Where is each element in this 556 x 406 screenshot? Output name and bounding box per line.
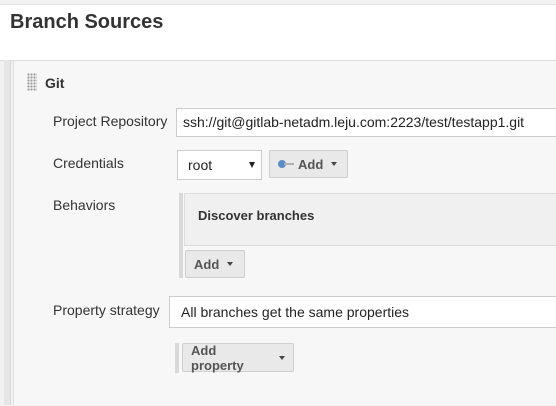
add-credentials-button[interactable]: Add xyxy=(269,150,348,178)
git-source-title: Git xyxy=(45,75,65,91)
add-behavior-button[interactable]: Add xyxy=(185,250,245,278)
key-icon xyxy=(278,160,294,168)
behaviors-label: Behaviors xyxy=(53,197,116,213)
caret-down-icon xyxy=(227,262,234,266)
panel-left-bar xyxy=(4,60,11,405)
property-strategy-label: Property strategy xyxy=(53,302,160,318)
caret-down-icon xyxy=(331,162,338,166)
behavior-item-title: Discover branches xyxy=(198,208,315,223)
section-title: Branch Sources xyxy=(10,11,164,33)
project-repository-input[interactable]: ssh://git@gitlab-netadm.leju.com:2223/te… xyxy=(176,108,556,137)
property-strategy-select[interactable]: All branches get the same properties xyxy=(169,296,556,328)
add-property-button[interactable]: Add property xyxy=(182,342,294,373)
credentials-selected-value: root xyxy=(188,157,213,173)
credentials-select[interactable]: root xyxy=(177,150,262,180)
page-top-border xyxy=(0,0,556,5)
project-repository-label: Project Repository xyxy=(53,113,168,129)
drag-handle-icon[interactable] xyxy=(27,73,37,91)
add-credentials-label: Add xyxy=(298,156,324,172)
caret-down-icon xyxy=(279,355,285,360)
property-container-bar xyxy=(175,343,179,373)
add-property-label: Add property xyxy=(191,342,244,373)
dropdown-arrow-icon xyxy=(249,162,255,168)
add-behavior-label: Add xyxy=(194,256,220,272)
credentials-label: Credentials xyxy=(53,155,124,171)
